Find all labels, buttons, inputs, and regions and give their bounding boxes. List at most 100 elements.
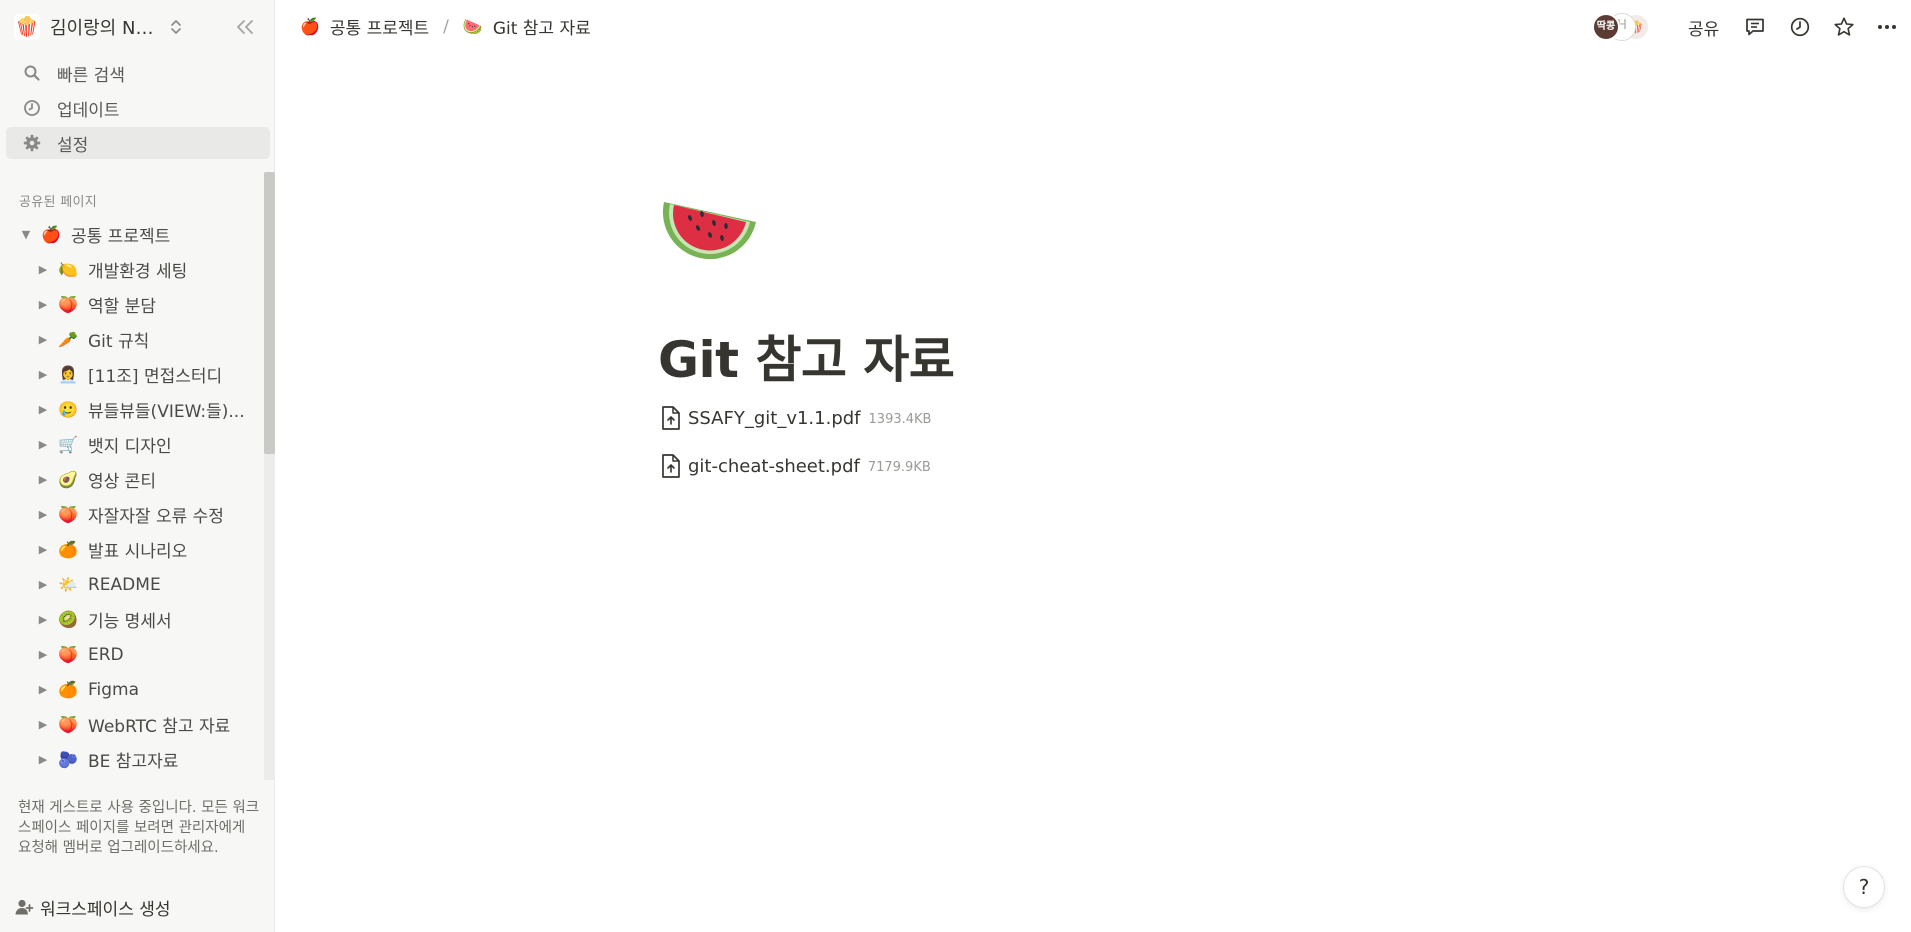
caret-right-icon[interactable]: ▶: [35, 437, 51, 453]
tree-item-emoji: 🛒: [58, 435, 78, 454]
collapse-sidebar-icon[interactable]: [232, 16, 258, 38]
tree-item[interactable]: ▶ 🛒 뱃지 디자인: [0, 428, 262, 461]
caret-down-icon[interactable]: ▼: [18, 227, 34, 243]
create-workspace-button[interactable]: 워크스페이스 생성: [14, 895, 171, 920]
nav-quick-search[interactable]: 빠른 검색: [6, 57, 270, 89]
add-person-icon: [15, 899, 34, 915]
tree-item[interactable]: ▶ 🥝 기능 명세서: [0, 603, 262, 636]
help-button[interactable]: ?: [1843, 866, 1885, 908]
nav-settings-label: 설정: [57, 135, 89, 156]
tree-item-label: README: [88, 574, 161, 595]
watermelon-icon[interactable]: [660, 190, 760, 270]
caret-right-icon[interactable]: ▶: [35, 402, 51, 418]
caret-right-icon[interactable]: ▶: [35, 717, 51, 733]
tree-item-emoji: 🥲: [58, 400, 78, 419]
tree-item-emoji: 🍑: [58, 505, 78, 524]
tree-item-emoji: 🍊: [58, 540, 78, 559]
tree-item[interactable]: ▶ 🍊 발표 시나리오: [0, 533, 262, 566]
tree-item[interactable]: ▶ 🥲 뷰들뷰들(VIEW:들)...: [0, 393, 262, 426]
tree-item[interactable]: ▶ 🍑 ERD: [0, 638, 262, 671]
file-attachment[interactable]: git-cheat-sheet.pdf 7179.9KB: [660, 452, 931, 480]
caret-right-icon[interactable]: ▶: [35, 647, 51, 663]
tree-item-label: BE 참고자료: [88, 752, 179, 772]
caret-right-icon[interactable]: ▶: [35, 507, 51, 523]
tree-item-label: 개발환경 세팅: [88, 262, 188, 282]
file-name: SSAFY_git_v1.1.pdf: [688, 407, 861, 429]
tree-item-label: WebRTC 참고 자료: [88, 717, 231, 737]
tree-item[interactable]: ▶ 🌤️ README: [0, 568, 262, 601]
caret-right-icon[interactable]: ▶: [35, 752, 51, 768]
tree-item-emoji: 🍑: [58, 645, 78, 664]
file-upload-icon: [662, 406, 680, 430]
tree-item-emoji: 🫐: [58, 750, 78, 769]
tree-item-emoji: 🥑: [58, 470, 78, 489]
caret-right-icon[interactable]: ▶: [35, 332, 51, 348]
workspace-logo-icon: 🍿: [14, 14, 40, 40]
tree-item-emoji: 🥝: [58, 610, 78, 629]
caret-right-icon[interactable]: ▶: [35, 682, 51, 698]
gear-icon: [22, 133, 42, 153]
tree-item[interactable]: ▶ 🍊 Figma: [0, 673, 262, 706]
caret-right-icon[interactable]: ▶: [35, 367, 51, 383]
caret-right-icon[interactable]: ▶: [35, 577, 51, 593]
breadcrumb-label: 공통 프로젝트: [329, 19, 430, 39]
breadcrumb-emoji: 🍉: [462, 17, 483, 36]
tree-item[interactable]: ▶ 🫐 BE 참고자료: [0, 743, 262, 776]
share-button[interactable]: 공유: [1688, 15, 1719, 40]
workspace-switcher[interactable]: 🍿 김이랑의 Not...: [14, 10, 261, 44]
breadcrumb-item-current-page[interactable]: 🍉 Git 참고 자료: [463, 14, 591, 39]
tree-item[interactable]: ▶ 🍑 역할 분담: [0, 288, 262, 321]
caret-right-icon[interactable]: ▶: [35, 472, 51, 488]
breadcrumb-label: Git 참고 자료: [492, 19, 591, 39]
breadcrumb: 🍎 공통 프로젝트 / 🍉 Git 참고 자료: [300, 14, 591, 40]
tree-item[interactable]: ▶ 🥕 Git 규칙: [0, 323, 262, 356]
nav-updates[interactable]: 업데이트: [6, 92, 270, 124]
tree-item[interactable]: ▶ 🍑 WebRTC 참고 자료: [0, 708, 262, 741]
sidebar-scrollbar-thumb[interactable]: [264, 172, 275, 454]
nav-settings[interactable]: 설정: [6, 127, 270, 159]
breadcrumb-item-project[interactable]: 🍎 공통 프로젝트: [300, 14, 429, 39]
nav-quick-search-label: 빠른 검색: [57, 65, 125, 86]
tree-item-emoji: 🍎: [41, 225, 61, 244]
avatar[interactable]: 딱콩: [1592, 13, 1620, 41]
file-size: 1393.4KB: [868, 412, 932, 427]
tree-item-emoji: 🌤️: [58, 575, 78, 594]
caret-right-icon[interactable]: ▶: [35, 297, 51, 313]
tree-item-label: 기능 명세서: [88, 612, 172, 632]
chevron-up-down-icon: [171, 20, 181, 34]
tree-item-label: 뷰들뷰들(VIEW:들)...: [88, 402, 245, 422]
collaborator-avatars[interactable]: 딱콩 H 🍿: [1592, 13, 1650, 41]
tree-item-label: 발표 시나리오: [88, 542, 188, 562]
tree-item-root[interactable]: ▼ 🍎 공통 프로젝트: [0, 218, 262, 251]
workspace-name: 김이랑의 Not...: [50, 18, 160, 39]
tree-item[interactable]: ▶ 🥑 영상 콘티: [0, 463, 262, 496]
caret-right-icon[interactable]: ▶: [35, 612, 51, 628]
guest-notice: 현재 게스트로 사용 중입니다. 모든 워크스페이스 페이지를 보려면 관리자에…: [18, 800, 260, 856]
caret-right-icon[interactable]: ▶: [35, 542, 51, 558]
tree-item-label: 자잘자잘 오류 수정: [88, 507, 224, 527]
page-tree: ▼ 🍎 공통 프로젝트 ▶ 🍋 개발환경 세팅 ▶ 🍑 역할 분담 ▶ 🥕 Git 규칙 ▶ 👩‍💼…: [0, 218, 262, 778]
tree-item-emoji: 🍑: [58, 715, 78, 734]
caret-right-icon[interactable]: ▶: [35, 262, 51, 278]
sidebar: 🍿 김이랑의 Not... 빠른 검색 업데이트 설정 공유된 페이지 ▼ 🍎 …: [0, 0, 275, 932]
tree-item[interactable]: ▶ 👩‍💼 [11조] 면접스터디: [0, 358, 262, 391]
tree-item-emoji: 🍋: [58, 260, 78, 279]
tree-item-emoji: 🥕: [58, 330, 78, 349]
favorite-star-icon[interactable]: [1831, 14, 1857, 40]
comments-icon[interactable]: [1742, 14, 1768, 40]
file-attachment[interactable]: SSAFY_git_v1.1.pdf 1393.4KB: [660, 404, 931, 432]
more-options-icon[interactable]: [1874, 14, 1900, 40]
tree-item-label: Figma: [88, 679, 140, 700]
tree-item-label: ERD: [88, 644, 124, 665]
nav-updates-label: 업데이트: [57, 100, 120, 121]
page-title[interactable]: Git 참고 자료: [658, 320, 955, 392]
tree-item-label: 공통 프로젝트: [71, 227, 171, 247]
tree-item-emoji: 🍊: [58, 680, 78, 699]
shared-pages-heading: 공유된 페이지: [19, 195, 97, 210]
tree-item[interactable]: ▶ 🍋 개발환경 세팅: [0, 253, 262, 286]
tree-item[interactable]: ▶ 🍑 자잘자잘 오류 수정: [0, 498, 262, 531]
tree-item-label: 뱃지 디자인: [88, 437, 172, 457]
tree-item-emoji: 👩‍💼: [58, 365, 78, 384]
history-clock-icon[interactable]: [1787, 14, 1813, 40]
breadcrumb-separator: /: [443, 16, 449, 37]
